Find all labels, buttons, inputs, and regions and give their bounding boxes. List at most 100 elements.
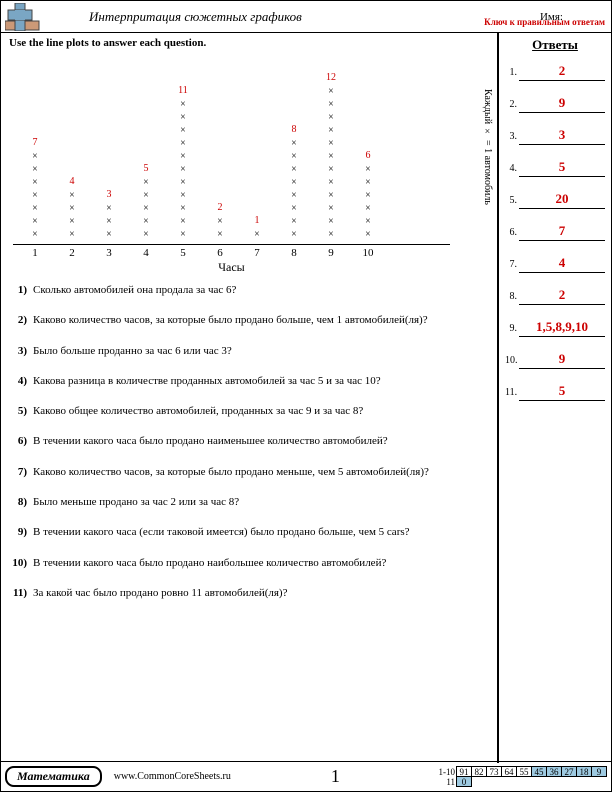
page-number: 1 bbox=[331, 766, 340, 787]
chart-mark: × bbox=[17, 150, 53, 163]
site-url: www.CommonCoreSheets.ru bbox=[114, 771, 231, 782]
answer-row: 7.4 bbox=[505, 255, 605, 273]
answer-value: 1,5,8,9,10 bbox=[519, 319, 605, 337]
chart-mark: × bbox=[17, 228, 53, 241]
answer-row: 6.7 bbox=[505, 223, 605, 241]
question-text: Сколько автомобилей она продала за час 6… bbox=[33, 283, 489, 297]
chart-mark: × bbox=[313, 189, 349, 202]
question-text: Было меньше продано за час 2 или за час … bbox=[33, 495, 489, 509]
answer-row: 3.3 bbox=[505, 127, 605, 145]
chart-tick-label: 1 bbox=[17, 247, 53, 259]
answer-number: 6. bbox=[505, 227, 519, 238]
chart-mark: × bbox=[54, 228, 90, 241]
chart-mark: × bbox=[276, 202, 312, 215]
chart-mark: × bbox=[165, 98, 201, 111]
chart-value-label: 4 bbox=[54, 176, 90, 187]
answer-number: 11. bbox=[505, 387, 519, 398]
question-text: Какова разница в количестве проданных ав… bbox=[33, 374, 489, 388]
chart-mark: × bbox=[313, 176, 349, 189]
chart-mark: × bbox=[276, 137, 312, 150]
answer-number: 9. bbox=[505, 323, 519, 334]
score-cell bbox=[561, 776, 577, 787]
chart-axis bbox=[13, 244, 450, 245]
answer-value: 4 bbox=[519, 255, 605, 273]
chart-tick-label: 5 bbox=[165, 247, 201, 259]
footer: Математика www.CommonCoreSheets.ru 1 1-1… bbox=[1, 761, 611, 791]
answer-value: 9 bbox=[519, 95, 605, 113]
chart-mark: × bbox=[313, 111, 349, 124]
chart-value-label: 5 bbox=[128, 163, 164, 174]
chart-mark: × bbox=[165, 163, 201, 176]
chart-column: 5××××× bbox=[128, 163, 164, 241]
question-row: 7)Каково количество часов, за которые бы… bbox=[9, 465, 489, 479]
chart-tick-label: 7 bbox=[239, 247, 275, 259]
subject-badge: Математика bbox=[5, 766, 102, 787]
question-row: 3)Было больше проданно за час 6 или час … bbox=[9, 344, 489, 358]
chart-mark: × bbox=[202, 228, 238, 241]
answers-sidebar: Ответы 1.22.93.34.55.206.77.48.29.1,5,8,… bbox=[499, 33, 611, 763]
chart-mark: × bbox=[91, 228, 127, 241]
chart-mark: × bbox=[165, 189, 201, 202]
chart-tick-label: 8 bbox=[276, 247, 312, 259]
chart-mark: × bbox=[276, 176, 312, 189]
chart-column: 4×××× bbox=[54, 176, 90, 241]
chart-mark: × bbox=[165, 202, 201, 215]
answer-row: 4.5 bbox=[505, 159, 605, 177]
score-cell bbox=[516, 776, 532, 787]
chart-value-label: 8 bbox=[276, 124, 312, 135]
chart-mark: × bbox=[17, 215, 53, 228]
answer-value: 2 bbox=[519, 287, 605, 305]
question-number: 9) bbox=[9, 525, 33, 539]
question-text: Каково общее количество автомобилей, про… bbox=[33, 404, 489, 418]
chart-value-label: 12 bbox=[313, 72, 349, 83]
question-number: 5) bbox=[9, 404, 33, 418]
chart-mark: × bbox=[128, 202, 164, 215]
score-cell bbox=[546, 776, 562, 787]
answer-number: 3. bbox=[505, 131, 519, 142]
chart-mark: × bbox=[313, 98, 349, 111]
chart-mark: × bbox=[128, 176, 164, 189]
chart-column: 11××××××××××× bbox=[165, 85, 201, 241]
main-content: Use the line plots to answer each questi… bbox=[1, 33, 499, 763]
chart-mark: × bbox=[239, 228, 275, 241]
answer-value: 3 bbox=[519, 127, 605, 145]
chart-mark: × bbox=[350, 228, 386, 241]
answer-number: 8. bbox=[505, 291, 519, 302]
chart-tick-label: 10 bbox=[350, 247, 386, 259]
chart-mark: × bbox=[17, 202, 53, 215]
chart-mark: × bbox=[313, 150, 349, 163]
answers-title: Ответы bbox=[505, 37, 605, 53]
answer-key-label: Ключ к правильным ответам bbox=[484, 17, 605, 27]
chart-mark: × bbox=[54, 202, 90, 215]
chart-mark: × bbox=[54, 189, 90, 202]
chart-mark: × bbox=[165, 176, 201, 189]
answer-value: 5 bbox=[519, 159, 605, 177]
question-row: 10)В течении какого часа было продано на… bbox=[9, 556, 489, 570]
chart-mark: × bbox=[276, 215, 312, 228]
chart-legend: Каждый × = 1 автомобиль bbox=[482, 89, 493, 205]
chart-value-label: 6 bbox=[350, 150, 386, 161]
answer-row: 8.2 bbox=[505, 287, 605, 305]
chart-tick-label: 6 bbox=[202, 247, 238, 259]
question-text: Каково количество часов, за которые было… bbox=[33, 313, 489, 327]
chart-xlabel: Часы bbox=[13, 260, 450, 275]
chart-tick-label: 9 bbox=[313, 247, 349, 259]
chart-value-label: 1 bbox=[239, 215, 275, 226]
answer-row: 10.9 bbox=[505, 351, 605, 369]
chart-mark: × bbox=[165, 228, 201, 241]
page-title: Интерпритация сюжетных графиков bbox=[89, 9, 302, 25]
chart-column: 7××××××× bbox=[17, 137, 53, 241]
question-row: 4)Какова разница в количестве проданных … bbox=[9, 374, 489, 388]
question-text: Было больше проданно за час 6 или час 3? bbox=[33, 344, 489, 358]
score-table: 1-109182736455453627189110 bbox=[433, 767, 607, 787]
answer-number: 7. bbox=[505, 259, 519, 270]
score-cell bbox=[576, 776, 592, 787]
chart-mark: × bbox=[128, 215, 164, 228]
chart-column: 2×× bbox=[202, 202, 238, 241]
score-label: 1-10 bbox=[433, 767, 457, 777]
answer-number: 1. bbox=[505, 67, 519, 78]
score-cell bbox=[531, 776, 547, 787]
chart-mark: × bbox=[165, 124, 201, 137]
chart-mark: × bbox=[165, 215, 201, 228]
chart-mark: × bbox=[165, 150, 201, 163]
